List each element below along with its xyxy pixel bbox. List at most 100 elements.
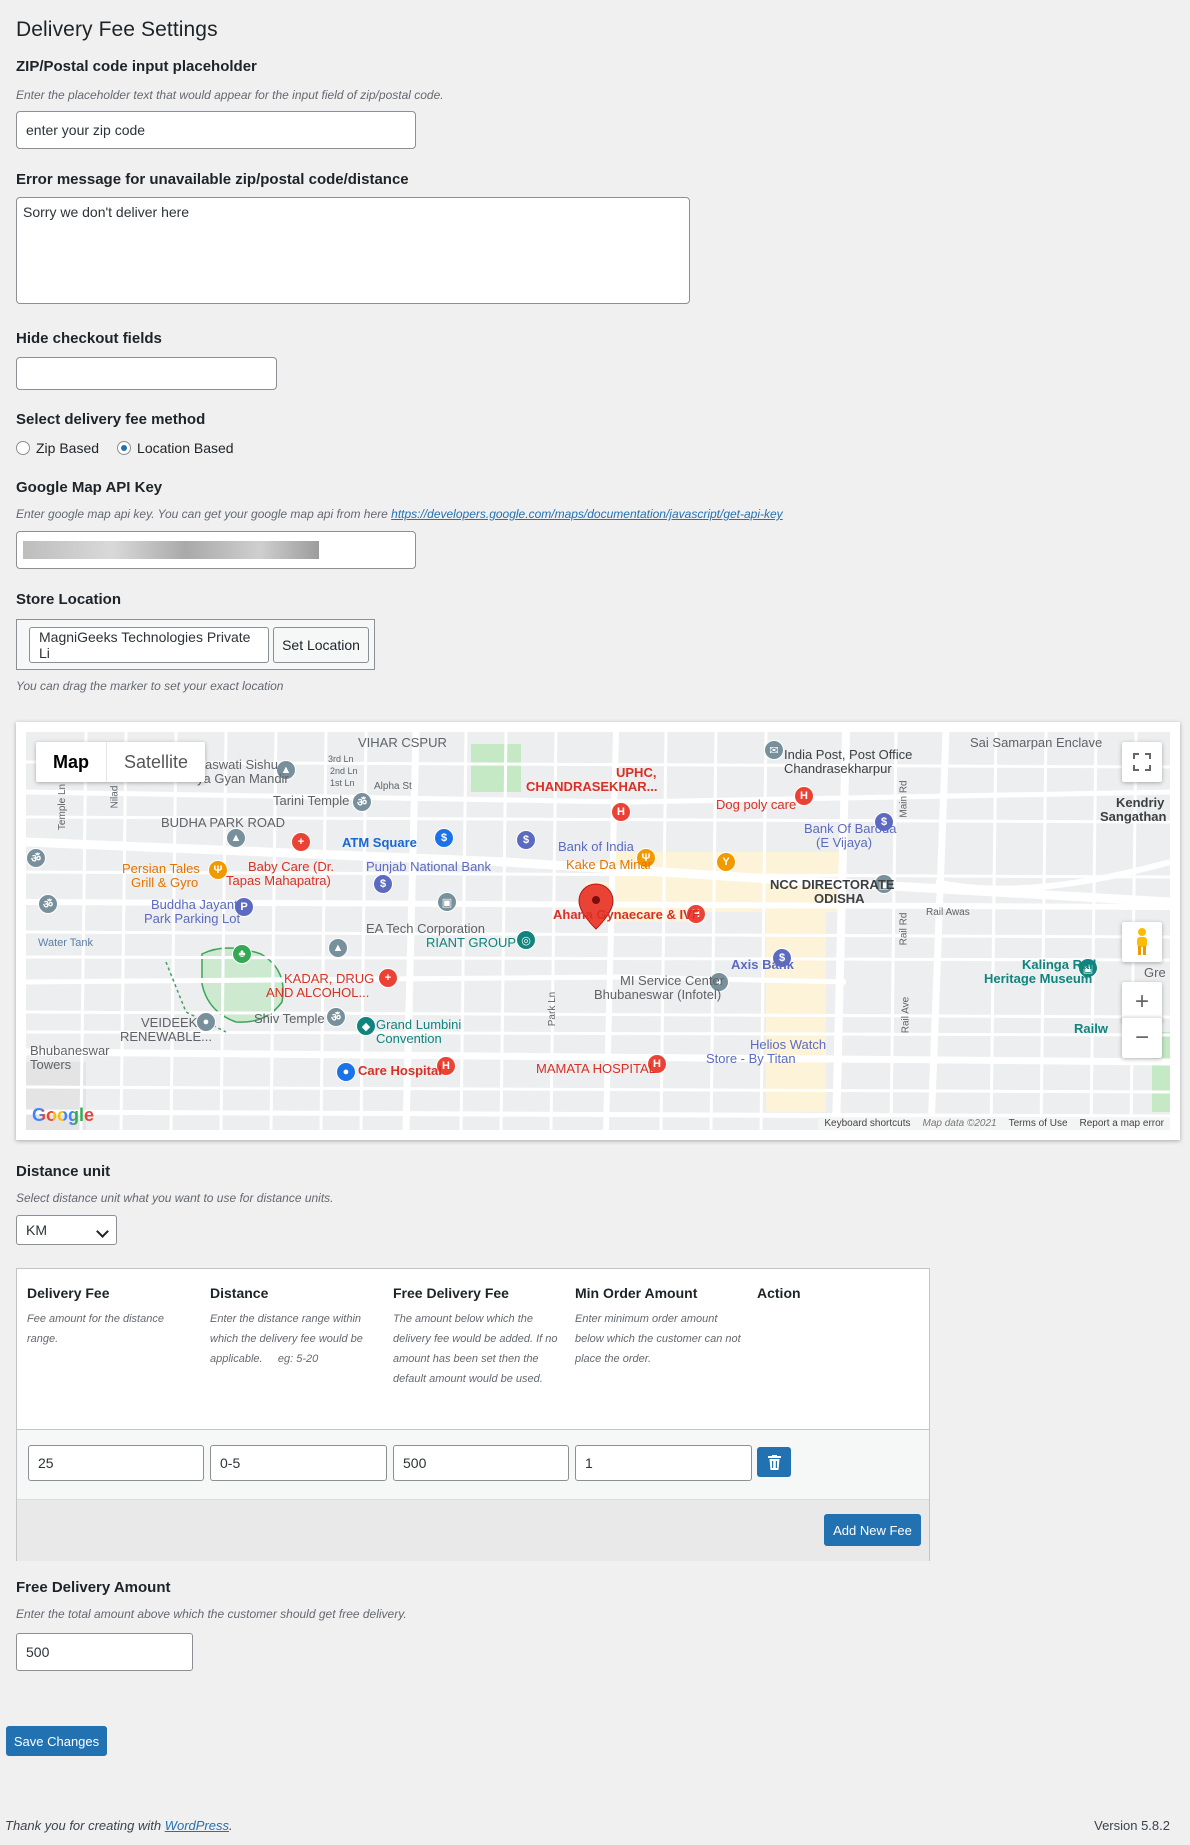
map-label: aswati Sishu xyxy=(205,757,278,772)
free-delivery-input[interactable]: 500 xyxy=(16,1633,193,1671)
save-changes-button[interactable]: Save Changes xyxy=(6,1726,107,1756)
api-key-label: Google Map API Key xyxy=(16,479,163,496)
map-label: VIHAR CSPUR xyxy=(358,735,447,750)
distance-input[interactable]: 0-5 xyxy=(210,1445,387,1481)
map-tab-map[interactable]: Map xyxy=(36,742,106,782)
map-label: (E Vijaya) xyxy=(816,835,873,850)
venue-pin-icon[interactable]: ◆ xyxy=(356,1016,376,1036)
map-label: UPHC, xyxy=(616,765,657,780)
map-label: Rail Awas xyxy=(926,907,970,918)
zoom-out-icon[interactable]: − xyxy=(1122,1017,1162,1058)
temple-pin-icon[interactable]: ॐ xyxy=(26,848,46,868)
map-tab-satellite[interactable]: Satellite xyxy=(106,742,205,782)
store-location-label: Store Location xyxy=(16,591,122,608)
camera-pin-icon[interactable]: ◎ xyxy=(516,930,536,950)
map-label: Buddha Jayanti xyxy=(151,897,241,912)
map-label: Railw xyxy=(1074,1021,1108,1036)
bar-pin-icon[interactable]: Y xyxy=(716,852,736,872)
column-header-action: Action xyxy=(757,1285,801,1301)
google-map[interactable]: ॐ ▲ ▲ + $ $ Ψ ॐ ॐ P ♣ ▲ ▣ ◎ + ● ॐ ◆ ● H … xyxy=(26,732,1170,1130)
column-desc-delivery-fee: Fee amount for the distance range. xyxy=(27,1313,164,1345)
zoom-in-icon[interactable]: + xyxy=(1122,982,1162,1022)
distance-unit-description: Select distance unit what you want to us… xyxy=(16,1191,334,1205)
hide-checkout-input[interactable] xyxy=(16,357,277,390)
temple-pin-icon[interactable]: ॐ xyxy=(326,1007,346,1027)
error-message-textarea[interactable]: Sorry we don't deliver here xyxy=(16,197,690,304)
map-label: MAMATA HOSPITAL xyxy=(536,1061,656,1076)
map-label: RENEWABLE... xyxy=(120,1029,212,1044)
radio-zip-based[interactable] xyxy=(16,441,30,455)
terms-of-use-link[interactable]: Terms of Use xyxy=(1009,1118,1068,1129)
api-key-redacted xyxy=(23,541,319,559)
wordpress-link[interactable]: WordPress xyxy=(165,1818,229,1833)
institution-pin-icon[interactable]: ▣ xyxy=(437,892,457,912)
column-header-free-delivery-fee: Free Delivery Fee xyxy=(393,1285,509,1301)
school-pin-icon[interactable]: ▲ xyxy=(226,828,246,848)
free-delivery-label: Free Delivery Amount xyxy=(16,1579,171,1596)
set-location-button[interactable]: Set Location xyxy=(273,627,369,663)
hospital-pin-icon[interactable]: H xyxy=(794,786,814,806)
post-office-pin-icon[interactable]: ✉ xyxy=(764,740,784,760)
map-label: MI Service Center xyxy=(620,973,725,988)
map-label: BUDHA PARK ROAD xyxy=(161,815,286,830)
map-label: Dog poly care xyxy=(716,797,797,812)
bank-pin-icon[interactable]: $ xyxy=(373,874,393,894)
map-label: Bank of India xyxy=(558,839,634,854)
google-logo: Google xyxy=(32,1105,94,1125)
zip-placeholder-input[interactable]: enter your zip code xyxy=(16,111,416,149)
pegman-icon[interactable] xyxy=(1122,922,1162,962)
fullscreen-icon[interactable] xyxy=(1122,742,1162,782)
store-location-box: MagniGeeks Technologies Private Li Set L… xyxy=(16,619,375,670)
map-label: Tapas Mahapatra) xyxy=(226,873,331,888)
store-location-input[interactable]: MagniGeeks Technologies Private Li xyxy=(29,627,269,663)
restaurant-pin-icon[interactable]: Ψ xyxy=(208,860,228,880)
keyboard-shortcuts-link[interactable]: Keyboard shortcuts xyxy=(824,1118,910,1129)
api-key-description: Enter google map api key. You can get yo… xyxy=(16,507,783,521)
column-desc-free-delivery-fee: The amount below which the delivery fee … xyxy=(393,1313,558,1385)
map-label: Nilad xyxy=(109,785,121,809)
bank-pin-icon[interactable]: $ xyxy=(516,830,536,850)
zip-placeholder-description: Enter the placeholder text that would ap… xyxy=(16,88,444,102)
place-pin-icon[interactable]: ● xyxy=(336,1062,356,1082)
page-title: Delivery Fee Settings xyxy=(16,18,218,41)
temple-pin-icon[interactable]: ॐ xyxy=(38,894,58,914)
api-key-link[interactable]: https://developers.google.com/maps/docum… xyxy=(391,507,783,521)
free-delivery-fee-input[interactable]: 500 xyxy=(393,1445,569,1481)
atm-pin-icon[interactable]: $ xyxy=(434,828,454,848)
api-key-input[interactable] xyxy=(16,531,416,569)
add-new-fee-button[interactable]: Add New Fee xyxy=(824,1514,921,1546)
map-label: RIANT GROUP xyxy=(426,935,517,950)
temple-pin-icon[interactable]: ॐ xyxy=(352,792,372,812)
map-label: Water Tank xyxy=(38,937,94,949)
radio-location-based-label: Location Based xyxy=(137,440,234,456)
min-order-input[interactable]: 1 xyxy=(575,1445,752,1481)
report-map-error-link[interactable]: Report a map error xyxy=(1080,1118,1164,1129)
hospital-pin-icon[interactable]: + xyxy=(291,832,311,852)
delete-row-button[interactable] xyxy=(757,1447,791,1477)
map-label: Punjab National Bank xyxy=(366,859,492,874)
column-desc-min-order: Enter minimum order amount below which t… xyxy=(575,1313,741,1365)
map-label: Heritage Museum xyxy=(984,971,1093,986)
distance-unit-label: Distance unit xyxy=(16,1163,111,1180)
map-label: Kake Da Minar xyxy=(566,857,652,872)
hospital-pin-icon[interactable]: H xyxy=(611,802,631,822)
distance-unit-select[interactable]: KM xyxy=(16,1215,117,1245)
map-label: Care Hospital xyxy=(358,1063,442,1078)
radio-zip-based-label: Zip Based xyxy=(36,440,100,456)
map-label: Bhubaneswar (Infotel) xyxy=(594,987,722,1002)
park-pin-icon[interactable]: ♣ xyxy=(232,944,252,964)
store-location-hint: You can drag the marker to set your exac… xyxy=(16,679,284,693)
school-pin-icon[interactable]: ▲ xyxy=(328,938,348,958)
zip-placeholder-label: ZIP/Postal code input placeholder xyxy=(16,58,257,75)
delivery-fee-input[interactable]: 25 xyxy=(28,1445,204,1481)
pharmacy-pin-icon[interactable]: + xyxy=(378,968,398,988)
table-row: 25 0-5 500 1 xyxy=(17,1429,929,1500)
map-label: Rail Ave xyxy=(900,996,912,1034)
map-label: EA Tech Corporation xyxy=(366,921,485,936)
hide-checkout-label: Hide checkout fields xyxy=(16,330,162,347)
map-label: Towers xyxy=(30,1057,72,1072)
fee-table: Delivery Fee Distance Free Delivery Fee … xyxy=(16,1268,930,1561)
map-label: ATM Square xyxy=(342,835,417,850)
version-text: Version 5.8.2 xyxy=(1094,1818,1170,1833)
radio-location-based[interactable] xyxy=(117,441,132,455)
